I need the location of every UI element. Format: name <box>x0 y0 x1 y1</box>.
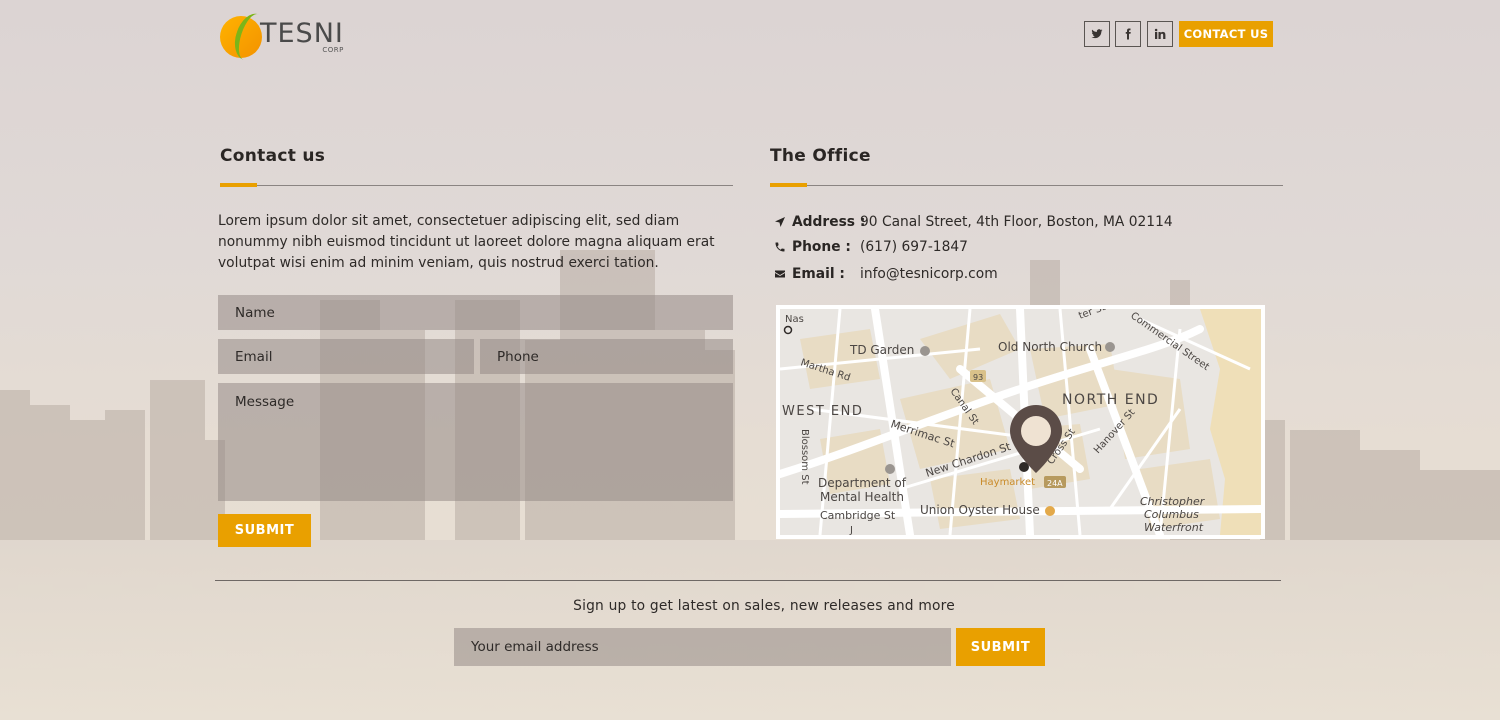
map-label-td-garden: TD Garden <box>849 343 914 357</box>
contact-submit-button[interactable]: SUBMIT <box>218 514 311 547</box>
newsletter-email-input[interactable] <box>454 628 951 666</box>
phone-icon <box>775 242 785 252</box>
logo-subtext: CORP <box>322 46 344 54</box>
contact-us-button[interactable]: CONTACT US <box>1179 21 1273 47</box>
route-93-label: 93 <box>973 373 983 382</box>
logo-wordmark: TESNI <box>260 18 344 49</box>
route-24a-label: 24A <box>1047 479 1063 488</box>
office-map[interactable]: Nas TD Garden Old North Church Martha Rd… <box>776 305 1265 539</box>
email-input[interactable] <box>218 339 474 374</box>
map-label-cc-line1: Christopher <box>1140 495 1206 508</box>
facebook-icon <box>1125 28 1131 40</box>
contact-title-divider <box>220 185 733 186</box>
contact-intro-text: Lorem ipsum dolor sit amet, consectetuer… <box>218 213 715 271</box>
map-label-cc-line2: Columbus <box>1144 508 1199 521</box>
church-poi-icon <box>1105 342 1115 352</box>
message-textarea[interactable] <box>218 383 733 501</box>
newsletter-text: Sign up to get latest on sales, new rele… <box>573 598 955 614</box>
office-title-accent <box>770 183 807 187</box>
contact-title-accent <box>220 183 257 187</box>
office-title: The Office <box>770 146 871 166</box>
map-label-cc-line3: Waterfront <box>1144 521 1204 534</box>
phone-input[interactable] <box>480 339 733 374</box>
map-label-cambridge-st: Cambridge St <box>820 509 896 522</box>
td-garden-poi-icon <box>920 346 930 356</box>
location-arrow-icon <box>775 217 785 227</box>
newsletter-submit-button[interactable]: SUBMIT <box>956 628 1045 666</box>
map-label-blossom-st: Blossom St <box>799 429 810 485</box>
company-logo[interactable]: TESNI CORP <box>220 9 360 65</box>
phone-label: Phone : <box>792 239 851 255</box>
map-label-union-oyster-house: Union Oyster House <box>920 503 1040 517</box>
map-pin-center <box>1021 416 1051 446</box>
address-value: 90 Canal Street, 4th Floor, Boston, MA 0… <box>860 214 1173 230</box>
map-label-j: J <box>849 525 853 535</box>
address-label: Address : <box>792 214 866 230</box>
linkedin-link[interactable] <box>1147 21 1173 47</box>
map-label-haymarket: Haymarket <box>980 477 1035 488</box>
map-label-nashua: Nas <box>785 314 804 325</box>
office-address-row: Address : 90 Canal Street, 4th Floor, Bo… <box>774 212 1173 232</box>
logo-sun-icon <box>220 9 273 65</box>
envelope-icon <box>775 270 785 278</box>
twitter-icon <box>1091 29 1103 39</box>
map-label-dept-line1: Department of <box>818 476 907 490</box>
map-label-old-north-church: Old North Church <box>998 340 1102 354</box>
phone-value[interactable]: (617) 697-1847 <box>860 239 968 255</box>
map-canvas[interactable]: Nas TD Garden Old North Church Martha Rd… <box>780 309 1261 535</box>
office-title-divider <box>770 185 1283 186</box>
email-label: Email : <box>792 266 845 282</box>
linkedin-icon <box>1154 28 1166 39</box>
facebook-link[interactable] <box>1115 21 1141 47</box>
office-phone-row: Phone : (617) 697-1847 <box>774 237 968 257</box>
office-email-row: Email : info@tesnicorp.com <box>774 264 998 284</box>
footer-divider <box>215 580 1281 581</box>
map-label-dept-line2: Mental Health <box>820 490 904 504</box>
map-label-north-end: NORTH END <box>1062 392 1159 408</box>
restaurant-poi-icon <box>1045 506 1055 516</box>
dept-poi-icon <box>885 464 895 474</box>
twitter-link[interactable] <box>1084 21 1110 47</box>
email-value[interactable]: info@tesnicorp.com <box>860 266 998 282</box>
name-input[interactable] <box>218 295 733 330</box>
contact-title: Contact us <box>220 146 326 166</box>
map-label-west-end: WEST END <box>782 404 863 419</box>
